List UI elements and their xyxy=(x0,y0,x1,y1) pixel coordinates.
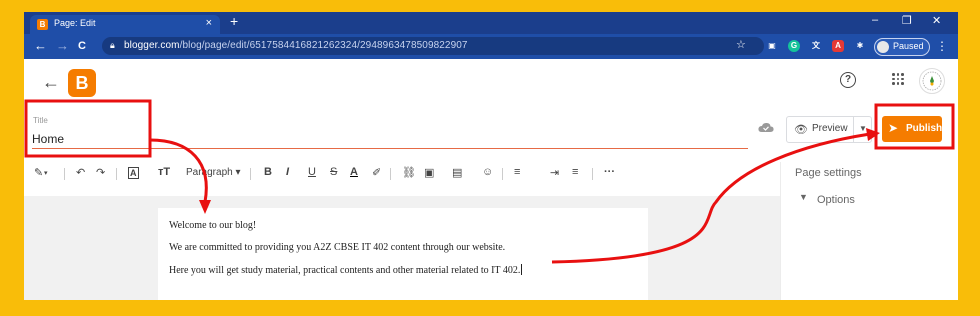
blogger-header: ← B ? xyxy=(24,59,958,107)
account-avatar[interactable] xyxy=(919,68,945,94)
toolbar-divider xyxy=(250,168,251,180)
video-icon[interactable]: ▤ xyxy=(452,166,462,179)
preview-label: Preview xyxy=(812,123,848,134)
url-text: blogger.com/blog/page/edit/6517584416821… xyxy=(124,40,468,51)
page-settings-title: Page settings xyxy=(795,167,862,179)
tab-close-icon[interactable]: × xyxy=(206,17,212,29)
bold-icon[interactable]: B xyxy=(264,166,272,178)
publish-label: Publish xyxy=(906,123,943,134)
eye-icon: 👁︎ xyxy=(794,124,808,136)
tab-title: Page: Edit xyxy=(54,18,96,28)
lock-icon: 🔒︎ xyxy=(110,40,115,50)
strikethrough-icon[interactable]: S xyxy=(330,166,337,178)
paragraph-style-dropdown[interactable]: Paragraph ▾ xyxy=(186,167,241,178)
italic-icon[interactable]: I xyxy=(286,166,289,178)
profile-button[interactable]: Paused xyxy=(874,38,930,56)
list-icon[interactable]: ≡ xyxy=(572,166,578,178)
redo-icon[interactable]: ↷ xyxy=(96,166,105,179)
image-icon[interactable]: ▣ xyxy=(424,166,434,179)
avatar xyxy=(877,41,889,53)
apps-grid-icon[interactable] xyxy=(892,73,904,85)
pdf-icon[interactable]: A xyxy=(832,40,844,52)
emoji-icon[interactable]: ☺ xyxy=(482,166,493,178)
minimize-button[interactable]: – xyxy=(872,14,878,26)
toolbar-divider xyxy=(502,168,503,180)
preview-button[interactable]: 👁︎ Preview ▼ xyxy=(786,116,872,143)
chevron-down-icon: ▼ xyxy=(859,124,867,133)
link-icon[interactable]: ⛓ xyxy=(402,166,416,179)
forward-button[interactable]: → xyxy=(56,38,69,53)
blogger-favicon-icon: B xyxy=(37,19,48,30)
toolbar-divider xyxy=(390,168,391,180)
toolbar-divider xyxy=(64,168,65,180)
more-options-icon[interactable]: ··· xyxy=(604,166,615,178)
extension-icon[interactable]: ▣ xyxy=(766,40,778,52)
help-icon[interactable]: ? xyxy=(840,72,856,88)
cloud-saved-icon xyxy=(758,122,774,132)
close-window-button[interactable]: ✕ xyxy=(932,14,941,27)
url-bar[interactable]: 🔒︎ blogger.com/blog/page/edit/6517584416… xyxy=(102,37,764,55)
editor-paragraph: Here you will get study material, practi… xyxy=(169,264,523,276)
title-underline xyxy=(32,148,748,149)
pen-icon[interactable]: ✎ xyxy=(34,166,43,179)
grammarly-icon[interactable]: G xyxy=(788,40,800,52)
formatting-toolbar: ✎ ▾ ↶ ↷ A тT Paragraph ▾ B I U S A ✐ ⛓ ▣… xyxy=(24,162,780,186)
font-size-icon[interactable]: тT xyxy=(158,166,170,178)
browser-window: B Page: Edit × + – ❐ ✕ ← → C 🔒︎ blogger.… xyxy=(24,12,958,300)
blogger-logo-icon[interactable]: B xyxy=(68,69,96,97)
chevron-down-icon[interactable]: ▼ xyxy=(799,192,808,202)
publish-button[interactable]: ➤ Publish xyxy=(882,116,942,142)
text-style-icon[interactable]: A xyxy=(128,167,139,179)
preview-dropdown-button[interactable]: ▼ xyxy=(853,117,872,142)
undo-icon[interactable]: ↶ xyxy=(76,166,85,179)
text-caret xyxy=(521,264,523,275)
highlight-icon[interactable]: ✐ xyxy=(372,166,381,179)
title-input[interactable]: Home xyxy=(32,132,64,146)
text-color-icon[interactable]: A xyxy=(350,166,358,178)
send-icon: ➤ xyxy=(888,121,899,135)
reload-button[interactable]: C xyxy=(78,40,86,52)
options-toggle[interactable]: Options xyxy=(817,194,855,206)
align-icon[interactable]: ≡ xyxy=(514,166,520,178)
title-label: Title xyxy=(33,116,48,125)
editor-content[interactable]: Welcome to our blog! We are committed to… xyxy=(158,208,648,300)
editor-paragraph: We are committed to providing you A2Z CB… xyxy=(169,242,506,253)
address-bar-row: ← → C 🔒︎ blogger.com/blog/page/edit/6517… xyxy=(24,34,958,59)
toolbar-divider xyxy=(592,168,593,180)
translate-icon[interactable]: 文 xyxy=(810,40,822,52)
browser-menu-icon[interactable]: ⋮ xyxy=(936,39,948,53)
indent-icon[interactable]: ⇥ xyxy=(550,166,559,179)
restore-button[interactable]: ❐ xyxy=(902,14,912,27)
back-arrow-icon[interactable]: ← xyxy=(42,72,60,93)
puzzle-icon[interactable]: ✱ xyxy=(854,40,866,52)
new-tab-button[interactable]: + xyxy=(230,13,238,29)
page-settings-sidebar: Page settings ▼ Options xyxy=(780,162,958,300)
profile-status: Paused xyxy=(893,41,924,51)
toolbar-divider xyxy=(116,168,117,180)
chevron-down-icon[interactable]: ▾ xyxy=(44,169,48,177)
browser-tab[interactable]: B Page: Edit × xyxy=(30,15,220,34)
tab-strip: B Page: Edit × + – ❐ ✕ xyxy=(24,12,958,34)
bookmark-star-icon[interactable]: ☆ xyxy=(736,38,746,51)
back-button[interactable]: ← xyxy=(34,38,47,53)
editor-paragraph: Welcome to our blog! xyxy=(169,220,257,231)
underline-icon[interactable]: U xyxy=(308,166,316,178)
